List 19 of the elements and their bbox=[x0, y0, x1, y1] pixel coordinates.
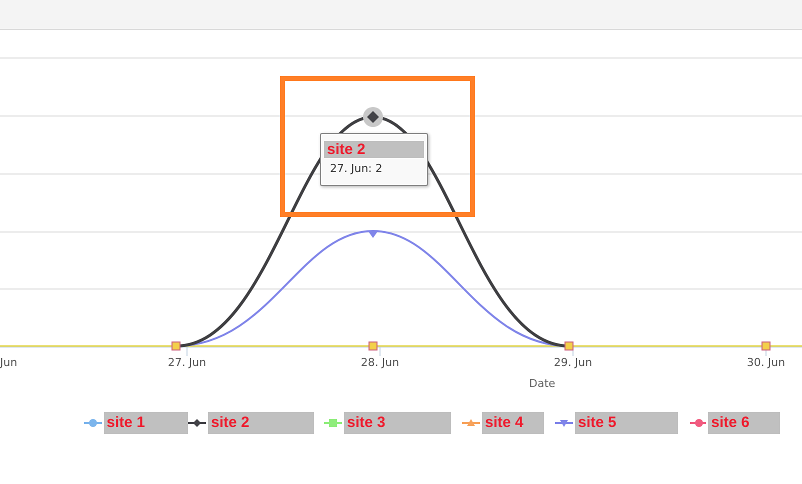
legend-item[interactable]: site 1 bbox=[104, 412, 188, 434]
point-marker-icon bbox=[368, 231, 378, 238]
legend-item[interactable]: site 4 bbox=[482, 412, 544, 434]
legend-item[interactable]: site 2 bbox=[208, 412, 314, 434]
point-marker-icon bbox=[172, 342, 180, 350]
legend-item[interactable]: site 6 bbox=[708, 412, 780, 434]
tooltip-text: 27. Jun: 2 bbox=[329, 162, 384, 175]
legend-item[interactable]: site 3 bbox=[344, 412, 451, 434]
point-marker-icon bbox=[762, 342, 770, 350]
point-marker-icon bbox=[564, 342, 574, 350]
axis-label: 30. Jun bbox=[746, 356, 786, 369]
point-marker-icon bbox=[368, 342, 378, 350]
tooltip-title: site 2 bbox=[324, 141, 424, 158]
hover-marker-icon bbox=[363, 107, 383, 127]
axis-label: 27. Jun bbox=[168, 356, 206, 369]
legend-item[interactable]: site 5 bbox=[575, 412, 678, 434]
axis-label: 29. Jun bbox=[554, 356, 592, 369]
axis-title: Date bbox=[529, 377, 556, 390]
axis-label: 28. Jun bbox=[360, 356, 400, 369]
